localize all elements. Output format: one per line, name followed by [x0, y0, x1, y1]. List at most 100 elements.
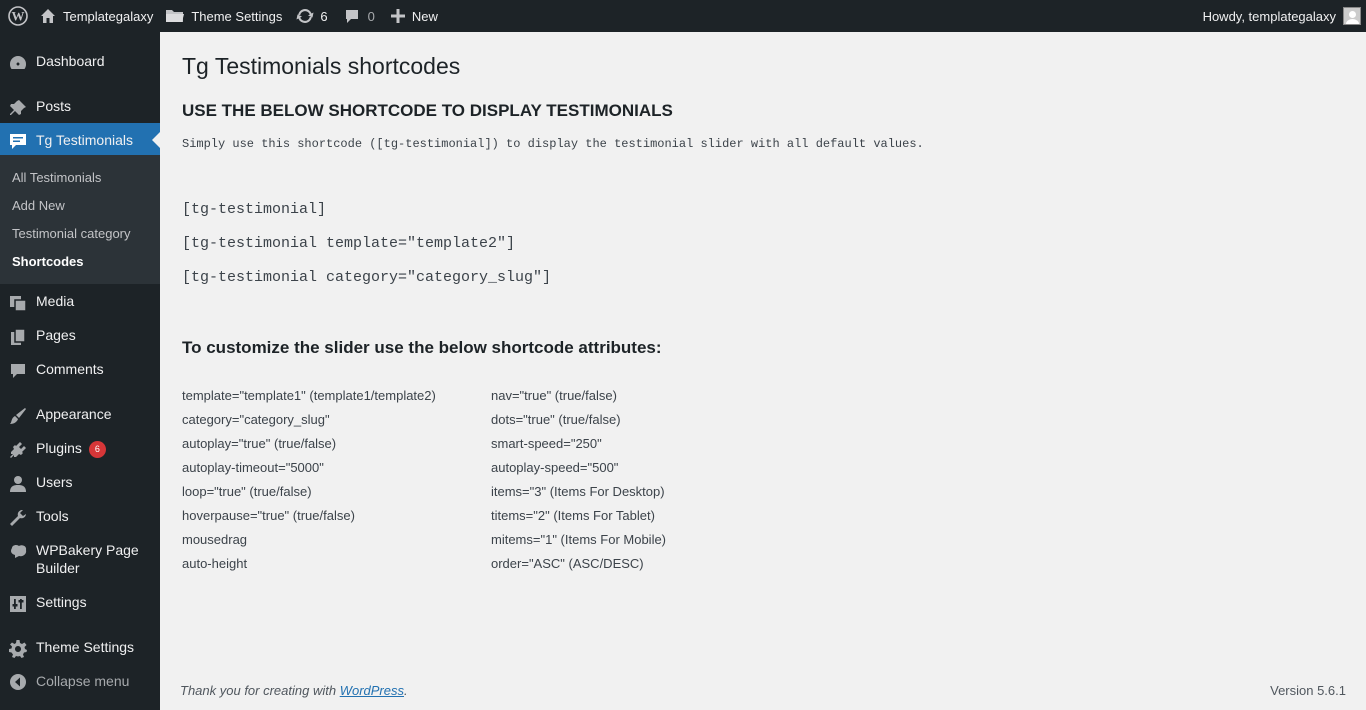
wrench-icon — [0, 507, 36, 528]
site-name: Templategalaxy — [63, 8, 154, 24]
menu-comments[interactable]: Comments — [0, 360, 160, 381]
menu-label: Comments — [36, 361, 104, 377]
intro-text: Simply use this shortcode ([tg-testimoni… — [182, 137, 924, 151]
submenu-add-new[interactable]: Add New — [12, 198, 65, 213]
dashboard-icon — [0, 52, 36, 73]
new-label: New — [411, 8, 438, 24]
menu-pages[interactable]: Pages — [0, 326, 160, 347]
collapse-arrow-icon — [0, 672, 36, 691]
attribute-item: autoplay-speed="500" — [491, 460, 619, 475]
menu-dashboard[interactable]: Dashboard — [0, 52, 160, 73]
footer-thanks-text: Thank you for creating with — [180, 683, 340, 698]
menu-wpbakery[interactable]: WPBakery Page Builder — [0, 541, 160, 577]
pages-icon — [0, 326, 36, 347]
footer-version: Version 5.6.1 — [1270, 683, 1346, 698]
menu-label: Plugins 6 — [36, 439, 106, 458]
attribute-item: dots="true" (true/false) — [491, 412, 621, 427]
pin-icon — [0, 97, 36, 118]
attribute-item: loop="true" (true/false) — [182, 484, 312, 499]
menu-label: Appearance — [36, 406, 112, 422]
attributes-heading: To customize the slider use the below sh… — [182, 338, 662, 357]
avatar — [1343, 7, 1361, 25]
shortcode-heading: USE THE BELOW SHORTCODE TO DISPLAY TESTI… — [182, 101, 673, 120]
page-title: Tg Testimonials shortcodes — [182, 53, 461, 79]
account-greeting: Howdy, templategalaxy — [1202, 8, 1336, 24]
menu-label: Theme Settings — [36, 639, 135, 655]
attribute-item: hoverpause="true" (true/false) — [182, 508, 355, 523]
testimonial-icon — [0, 130, 36, 151]
testimonials-submenu: All Testimonials Add New Testimonial cat… — [0, 155, 160, 284]
shortcode-example: [tg-testimonial category="category_slug"… — [182, 269, 552, 286]
wpbakery-icon — [0, 541, 36, 562]
menu-label: WPBakery Page Builder — [36, 541, 139, 577]
theme-settings-link[interactable]: Theme Settings — [161, 0, 290, 32]
shortcode-example: [tg-testimonial] — [182, 201, 327, 218]
plugins-update-badge: 6 — [88, 441, 106, 458]
menu-settings[interactable]: Settings — [0, 593, 160, 614]
menu-theme-settings[interactable]: Theme Settings — [0, 638, 160, 659]
menu-tg-testimonials[interactable]: Tg Testimonials — [0, 123, 160, 157]
admin-bar: W Templategalaxy Theme Settings 6 0 New … — [0, 0, 1366, 32]
menu-label: Posts — [36, 98, 72, 114]
paintbrush-icon — [0, 405, 36, 426]
updates-count: 6 — [320, 8, 328, 24]
media-icon — [0, 292, 36, 313]
wordpress-logo-icon[interactable]: W — [0, 0, 36, 32]
wpbakery-label-line2: Builder — [36, 560, 80, 576]
attribute-item: autoplay="true" (true/false) — [182, 436, 337, 451]
new-content-link[interactable]: New — [383, 0, 446, 32]
attribute-item: items="3" (Items For Desktop) — [491, 484, 665, 499]
collapse-menu-button[interactable]: Collapse menu — [0, 672, 160, 691]
wpbakery-label-line1: WPBakery Page — [36, 542, 139, 558]
admin-sidebar: Dashboard Posts Tg Testimonials All Test… — [0, 32, 160, 710]
attribute-item: titems="2" (Items For Tablet) — [491, 508, 655, 523]
menu-label: Dashboard — [36, 53, 105, 69]
site-name-link[interactable]: Templategalaxy — [36, 0, 161, 32]
plus-icon — [390, 9, 405, 23]
refresh-icon — [296, 8, 314, 24]
theme-settings-label: Theme Settings — [191, 8, 283, 24]
submenu-testimonial-category[interactable]: Testimonial category — [12, 226, 131, 241]
menu-tools[interactable]: Tools — [0, 507, 160, 528]
submenu-shortcodes[interactable]: Shortcodes — [12, 254, 84, 269]
menu-media[interactable]: Media — [0, 292, 160, 313]
comments-link[interactable]: 0 — [336, 0, 383, 32]
footer-thanks-suffix: . — [404, 683, 408, 698]
menu-posts[interactable]: Posts — [0, 97, 160, 118]
attribute-item: mitems="1" (Items For Mobile) — [491, 532, 667, 547]
plugin-icon — [0, 439, 36, 460]
menu-label: Pages — [36, 327, 76, 343]
comments-count: 0 — [367, 8, 375, 24]
comment-icon — [345, 10, 358, 23]
attribute-item: smart-speed="250" — [491, 436, 602, 451]
menu-label: Tg Testimonials — [36, 132, 134, 148]
wordpress-link[interactable]: WordPress — [340, 683, 404, 698]
footer-thankyou: Thank you for creating with WordPress. — [180, 683, 408, 698]
attribute-item: category="category_slug" — [182, 412, 330, 427]
updates-link[interactable]: 6 — [290, 0, 335, 32]
menu-users[interactable]: Users — [0, 473, 160, 494]
comments-icon — [0, 360, 36, 381]
gear-icon — [0, 638, 36, 659]
folder-icon — [166, 10, 185, 22]
plugins-label: Plugins — [36, 440, 82, 456]
menu-label: Tools — [36, 508, 69, 524]
menu-label: Settings — [36, 594, 87, 610]
attribute-item: autoplay-timeout="5000" — [182, 460, 324, 475]
menu-appearance[interactable]: Appearance — [0, 405, 160, 426]
attribute-item: auto-height — [182, 556, 248, 571]
home-icon — [41, 9, 55, 23]
svg-text:W: W — [12, 9, 25, 24]
menu-plugins[interactable]: Plugins 6 — [0, 439, 160, 460]
shortcode-example: [tg-testimonial template="template2"] — [182, 235, 516, 252]
settings-sliders-icon — [0, 593, 36, 614]
attribute-item: order="ASC" (ASC/DESC) — [491, 556, 644, 571]
menu-label: Media — [36, 293, 75, 309]
menu-label: Collapse menu — [36, 673, 130, 689]
my-account-link[interactable]: Howdy, templategalaxy — [1203, 0, 1366, 32]
users-icon — [0, 473, 36, 494]
attribute-item: template="template1" (template1/template… — [182, 388, 436, 403]
submenu-all-testimonials[interactable]: All Testimonials — [12, 170, 101, 185]
attribute-item: nav="true" (true/false) — [491, 388, 617, 403]
menu-label: Users — [36, 474, 73, 490]
